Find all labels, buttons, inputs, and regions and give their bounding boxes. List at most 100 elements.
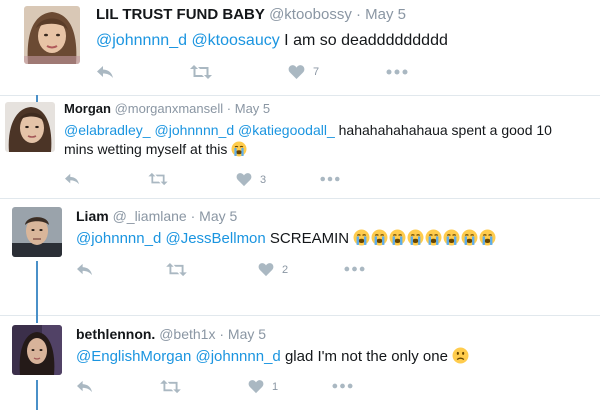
like-count: 2 (282, 263, 289, 276)
like-button[interactable]: 2 (258, 262, 288, 277)
tweet-header: Liam @_liamlane · May 5 (76, 208, 237, 224)
like-button[interactable]: 3 (236, 172, 266, 187)
separator: · (226, 101, 232, 116)
crying-face-emoji (353, 229, 370, 246)
username[interactable]: @_liamlane (113, 208, 187, 224)
more-button[interactable] (386, 69, 408, 75)
timestamp[interactable]: May 5 (235, 101, 270, 116)
avatar[interactable] (24, 6, 80, 64)
tweet-body: hahahahahahaua spent a good 10 (338, 122, 552, 138)
tweet-text: @johnnnn_d @JessBellmon SCREAMIN (76, 229, 596, 249)
tweet-text: @elabradley_ @johnnnn_d @katiegoodall_ h… (64, 121, 594, 159)
mention-link[interactable]: @johnnnn_d (155, 122, 235, 138)
crying-face-emoji (425, 229, 442, 246)
mention-link[interactable]: @elabradley_ (64, 122, 151, 138)
tweet-1: LIL TRUST FUND BABY @ktoobossy · May 5 @… (0, 0, 600, 95)
retweet-button[interactable] (166, 262, 187, 277)
heart-icon (248, 380, 264, 394)
tweet-actions: 1 (76, 379, 376, 399)
avatar-photo (5, 102, 55, 152)
display-name[interactable]: Morgan (64, 101, 111, 116)
username[interactable]: @ktoobossy (269, 6, 352, 23)
tweet-text: @johnnnn_d @ktoosaucy I am so deaddddddd… (96, 30, 448, 52)
crying-face-emoji (389, 229, 406, 246)
thread-line (36, 380, 38, 410)
tweet-body: glad I'm not the only one (284, 348, 448, 365)
reply-icon (77, 380, 92, 393)
mention-link[interactable]: @ktoosaucy (191, 32, 279, 49)
crying-face-emoji (231, 141, 247, 157)
mention-link[interactable]: @katiegoodall_ (238, 122, 335, 138)
tweet-header: LIL TRUST FUND BABY @ktoobossy · May 5 (96, 6, 406, 23)
tweet-text-line-1: @elabradley_ @johnnnn_d @katiegoodall_ h… (64, 121, 594, 140)
reply-button[interactable] (96, 64, 114, 80)
crying-face-emoji (371, 229, 388, 246)
tweet-body: I am so deaddddddddd (284, 32, 448, 49)
display-name[interactable]: LIL TRUST FUND BABY (96, 6, 265, 23)
heart-icon (288, 65, 305, 79)
tweet-actions: 2 (76, 262, 376, 282)
crying-face-emoji (407, 229, 424, 246)
tweet-2: Morgan @morganxmansell · May 5 @elabradl… (0, 96, 600, 198)
timestamp[interactable]: May 5 (228, 326, 266, 342)
display-name[interactable]: bethlennon. (76, 326, 155, 342)
mention-link[interactable]: @johnnnn_d (195, 348, 280, 365)
like-count: 7 (313, 66, 320, 78)
reply-icon (97, 66, 113, 78)
avatar-photo (12, 207, 62, 257)
tweet-4: bethlennon. @beth1x · May 5 @EnglishMorg… (0, 316, 600, 410)
tweet-text-line-2: mins wetting myself at this (64, 140, 594, 159)
tweet-body-continued: mins wetting myself at this (64, 140, 228, 157)
retweet-button[interactable] (190, 64, 212, 80)
more-icon (344, 266, 365, 272)
like-button[interactable]: 7 (288, 64, 319, 80)
emoji-row (353, 229, 497, 247)
more-icon (320, 176, 340, 182)
mention-link[interactable]: @johnnnn_d (76, 230, 161, 247)
more-icon (332, 383, 353, 389)
timestamp[interactable]: May 5 (365, 6, 406, 23)
avatar[interactable] (5, 102, 55, 152)
timestamp[interactable]: May 5 (199, 208, 237, 224)
mention-link[interactable]: @JessBellmon (165, 230, 265, 247)
avatar[interactable] (12, 207, 62, 257)
separator: · (219, 326, 225, 342)
reply-icon (77, 263, 92, 276)
tweet-actions: 7 (96, 64, 436, 84)
username[interactable]: @beth1x (159, 326, 215, 342)
mention-link[interactable]: @EnglishMorgan (76, 348, 191, 365)
retweet-button[interactable] (160, 379, 181, 394)
reply-button[interactable] (76, 262, 93, 277)
heart-icon (258, 263, 274, 277)
crying-face-emoji (461, 229, 478, 246)
reply-icon (65, 173, 79, 185)
retweet-icon (160, 379, 181, 394)
more-button[interactable] (332, 383, 353, 389)
retweet-icon (166, 262, 187, 277)
retweet-button[interactable] (148, 172, 168, 186)
separator: · (190, 208, 196, 224)
mention-link[interactable]: @johnnnn_d (96, 32, 187, 49)
thread-line (36, 261, 38, 315)
like-button[interactable]: 1 (248, 379, 278, 394)
retweet-icon (190, 65, 212, 79)
like-count: 1 (272, 380, 279, 393)
separator: · (356, 6, 361, 23)
more-button[interactable] (344, 266, 365, 272)
tweet-header: Morgan @morganxmansell · May 5 (64, 101, 270, 116)
slightly-frowning-face-emoji (452, 347, 469, 364)
crying-face-emoji (479, 229, 496, 246)
display-name[interactable]: Liam (76, 208, 109, 224)
avatar-photo (12, 325, 62, 375)
avatar-photo (24, 6, 80, 64)
avatar[interactable] (12, 325, 62, 375)
tweet-header: bethlennon. @beth1x · May 5 (76, 326, 266, 342)
heart-icon (236, 173, 252, 187)
tweet-body: SCREAMIN (269, 230, 350, 247)
username[interactable]: @morganxmansell (115, 101, 224, 116)
more-button[interactable] (320, 176, 340, 182)
tweet-3: Liam @_liamlane · May 5 @johnnnn_d @Jess… (0, 199, 600, 315)
reply-button[interactable] (64, 172, 80, 186)
reply-button[interactable] (76, 379, 93, 394)
tweet-text: @EnglishMorgan @johnnnn_d glad I'm not t… (76, 347, 596, 367)
